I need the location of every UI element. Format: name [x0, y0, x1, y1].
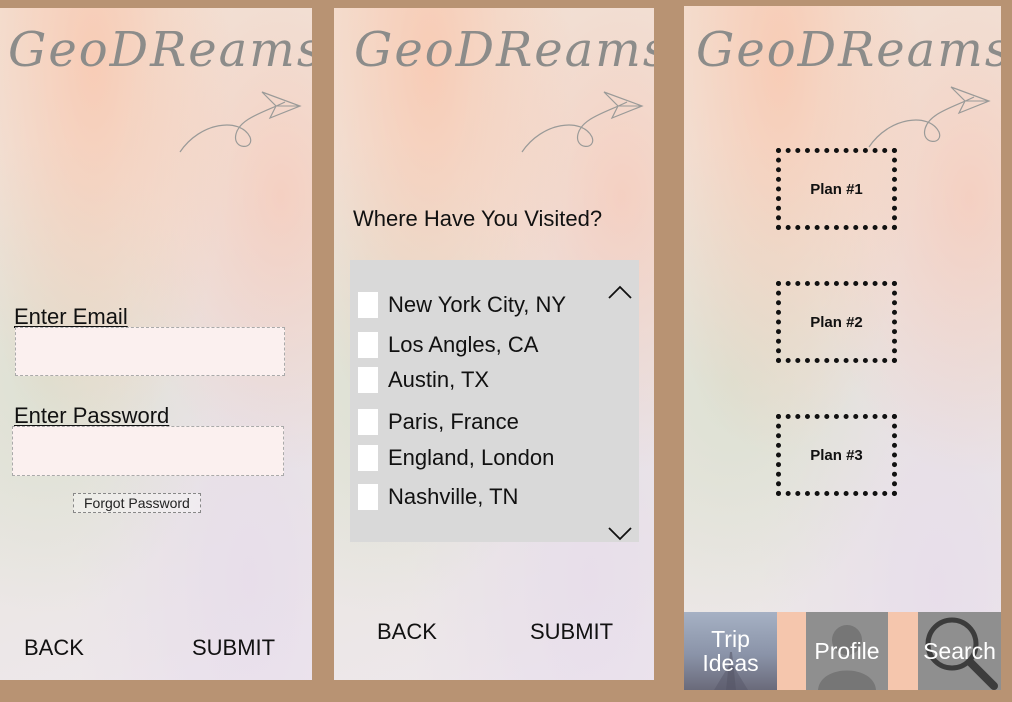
- plan-card-1[interactable]: Plan #1: [776, 148, 897, 230]
- tab-search-label: Search: [923, 638, 996, 664]
- visited-screen: GeoDReams Where Have You Visited? New Yo…: [334, 8, 654, 680]
- list-item[interactable]: New York City, NY: [358, 290, 566, 320]
- paper-plane-icon: [521, 91, 644, 153]
- submit-button[interactable]: SUBMIT: [530, 619, 613, 645]
- checkbox[interactable]: [358, 367, 378, 393]
- bottom-tab-bar: Trip Ideas Profile Search: [684, 612, 1001, 690]
- list-item[interactable]: Paris, France: [358, 407, 519, 437]
- checkbox[interactable]: [358, 484, 378, 510]
- list-item[interactable]: England, London: [358, 443, 554, 473]
- paper-plane-icon: [179, 91, 302, 153]
- back-button[interactable]: BACK: [24, 635, 84, 661]
- list-item[interactable]: Nashville, TN: [358, 482, 518, 512]
- paper-plane-icon: [868, 86, 991, 148]
- tab-search[interactable]: Search: [918, 612, 1001, 690]
- email-field[interactable]: [15, 327, 285, 376]
- place-label: Austin, TX: [388, 367, 490, 392]
- checkbox[interactable]: [358, 332, 378, 358]
- login-screen: GeoDReams Enter Email Enter Password For…: [0, 8, 312, 680]
- checkbox[interactable]: [358, 445, 378, 471]
- tab-trip-ideas-label-line2: Ideas: [702, 650, 759, 676]
- logo: GeoDReams: [684, 22, 1001, 162]
- checkbox[interactable]: [358, 409, 378, 435]
- back-button[interactable]: BACK: [377, 619, 437, 645]
- plans-screen: GeoDReams Plan #1 Plan #2 Plan #3 Trip I…: [684, 6, 1001, 690]
- place-label: Nashville, TN: [388, 484, 519, 509]
- checkbox[interactable]: [358, 292, 378, 318]
- chevron-down-icon[interactable]: [607, 526, 633, 542]
- plan-card-3[interactable]: Plan #3: [776, 414, 897, 496]
- tab-trip-ideas[interactable]: Trip Ideas: [684, 612, 777, 690]
- tab-trip-ideas-label-line1: Trip: [711, 626, 750, 652]
- logo: GeoDReams: [0, 22, 312, 162]
- list-item[interactable]: Los Angles, CA: [358, 330, 538, 360]
- tab-profile-label: Profile: [814, 638, 880, 664]
- chevron-up-icon[interactable]: [607, 284, 633, 300]
- place-label: Los Angles, CA: [388, 332, 539, 357]
- password-field[interactable]: [12, 426, 284, 476]
- plan-card-2[interactable]: Plan #2: [776, 281, 897, 363]
- place-label: New York City, NY: [388, 292, 567, 317]
- place-label: Paris, France: [388, 409, 519, 434]
- list-item[interactable]: Austin, TX: [358, 365, 489, 395]
- places-list[interactable]: New York City, NY Los Angles, CA Austin,…: [350, 260, 639, 542]
- tab-profile[interactable]: Profile: [806, 612, 888, 690]
- submit-button[interactable]: SUBMIT: [192, 635, 275, 661]
- logo: GeoDReams: [334, 22, 654, 162]
- visited-question: Where Have You Visited?: [353, 206, 603, 231]
- forgot-password-link[interactable]: Forgot Password: [73, 493, 201, 513]
- place-label: England, London: [388, 445, 555, 470]
